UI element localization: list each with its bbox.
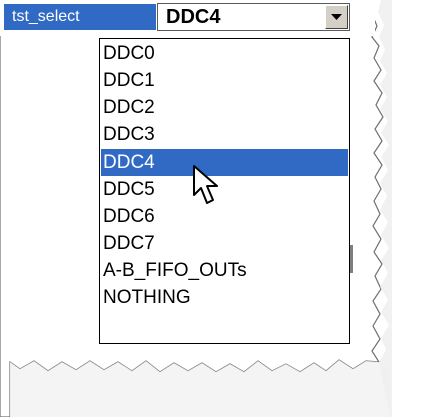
- background-border: [350, 245, 353, 273]
- screenshot-canvas: tst_select DDC4 DDC0 DDC1 DDC2 DDC3 DDC4…: [0, 0, 437, 417]
- dropdown-option[interactable]: DDC1: [101, 67, 348, 94]
- dropdown-option[interactable]: DDC7: [101, 230, 348, 257]
- dropdown-option[interactable]: DDC3: [101, 121, 348, 148]
- dropdown-option[interactable]: DDC2: [101, 94, 348, 121]
- dropdown-option[interactable]: A-B_FIFO_OUTs: [101, 257, 348, 284]
- chevron-down-icon: [331, 14, 342, 20]
- cursor-icon: [193, 165, 218, 204]
- top-bar: tst_select DDC4: [0, 0, 375, 36]
- dropdown-option[interactable]: DDC0: [101, 40, 348, 67]
- selected-value: DDC4: [166, 6, 221, 28]
- field-label: tst_select: [4, 4, 156, 30]
- tst-select-dropdown[interactable]: DDC4: [157, 3, 350, 31]
- dropdown-option[interactable]: NOTHING: [101, 284, 348, 311]
- dropdown-button[interactable]: [325, 5, 348, 29]
